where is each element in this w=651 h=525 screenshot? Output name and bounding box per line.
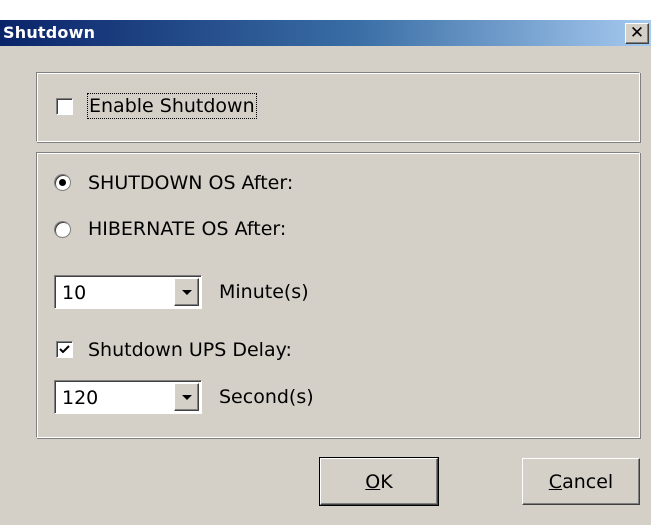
hibernate-os-radio[interactable] xyxy=(54,221,71,238)
minutes-value: 10 xyxy=(62,282,87,304)
cancel-button[interactable]: Cancel xyxy=(522,458,640,505)
ups-delay-label[interactable]: Shutdown UPS Delay: xyxy=(88,339,292,361)
cancel-label-rest: ancel xyxy=(562,470,614,493)
minutes-dropdown-button[interactable] xyxy=(174,278,199,306)
title-bar: Shutdown ✕ xyxy=(0,20,651,46)
ups-delay-checkbox[interactable] xyxy=(56,341,73,358)
radio-selected-dot xyxy=(59,179,66,186)
seconds-dropdown-button[interactable] xyxy=(174,383,199,411)
check-icon xyxy=(59,345,70,354)
chevron-down-icon xyxy=(181,394,192,400)
cancel-mnemonic: C xyxy=(548,470,563,493)
ok-mnemonic: O xyxy=(365,470,381,493)
hibernate-os-label[interactable]: HIBERNATE OS After: xyxy=(88,218,286,240)
enable-shutdown-checkbox[interactable] xyxy=(56,98,73,115)
chevron-down-icon xyxy=(181,289,192,295)
minutes-unit-label: Minute(s) xyxy=(219,281,309,303)
close-icon: ✕ xyxy=(629,23,645,43)
minutes-select[interactable]: 10 xyxy=(54,275,202,309)
ok-label-rest: K xyxy=(380,470,393,493)
top-strip xyxy=(0,0,651,20)
window-title: Shutdown xyxy=(3,23,96,42)
shutdown-os-label[interactable]: SHUTDOWN OS After: xyxy=(88,172,293,194)
close-button[interactable]: ✕ xyxy=(625,23,649,44)
ok-button[interactable]: OK xyxy=(319,457,439,506)
enable-shutdown-label[interactable]: Enable Shutdown xyxy=(87,93,257,119)
shutdown-os-radio[interactable] xyxy=(54,174,71,191)
seconds-select[interactable]: 120 xyxy=(54,380,202,414)
seconds-value: 120 xyxy=(62,387,99,409)
seconds-unit-label: Second(s) xyxy=(219,386,314,408)
